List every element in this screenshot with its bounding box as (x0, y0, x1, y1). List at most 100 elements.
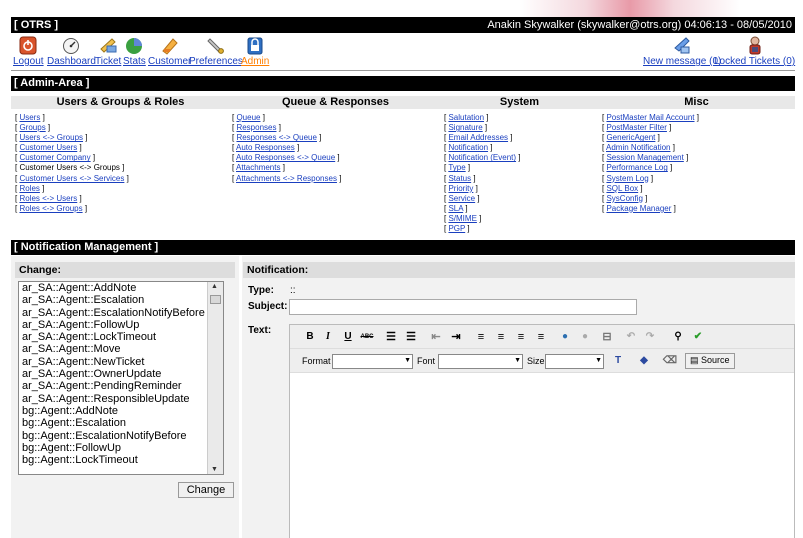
admin-link[interactable]: Email Addresses (448, 133, 508, 142)
admin-link[interactable]: Admin Notification (606, 143, 670, 152)
admin-link[interactable]: Queue (236, 113, 260, 122)
size-dropdown[interactable]: ▼ (545, 354, 604, 369)
link-icon[interactable]: ● (557, 329, 573, 345)
align-left-icon[interactable]: ≡ (473, 329, 489, 345)
redo-icon[interactable]: ↷ (642, 329, 658, 345)
scrollbar-thumb[interactable] (210, 295, 221, 304)
list-scrollbar[interactable]: ▲ ▼ (207, 282, 223, 474)
admin-link[interactable]: Session Management (606, 153, 683, 162)
notification-option[interactable]: ar_SA::Agent::PendingReminder (19, 380, 223, 392)
admin-link[interactable]: Responses <-> Queue (236, 133, 317, 142)
admin-link[interactable]: SQL Box (606, 184, 638, 193)
text-color-icon[interactable]: T (610, 353, 626, 369)
nav-stats[interactable]: Stats (123, 36, 146, 67)
admin-link[interactable]: SysConfig (606, 194, 642, 203)
admin-link[interactable]: Users (19, 113, 40, 122)
admin-link[interactable]: Performance Log (606, 163, 667, 172)
outdent-icon[interactable]: ⇤ (428, 329, 444, 345)
admin-link[interactable]: PGP (448, 224, 465, 233)
admin-link[interactable]: Package Manager (606, 204, 671, 213)
source-button[interactable]: ▤ Source (685, 353, 735, 369)
notification-option[interactable]: ar_SA::Agent::ResponsibleUpdate (19, 393, 223, 405)
unlink-icon[interactable]: ● (577, 329, 593, 345)
admin-link[interactable]: Roles <-> Groups (19, 204, 82, 213)
admin-link[interactable]: Users <-> Groups (19, 133, 83, 142)
notification-option[interactable]: ar_SA::Agent::AddNote (19, 282, 223, 294)
bold-button-icon[interactable]: B (302, 329, 318, 345)
strikethrough-button-icon[interactable]: ABC (359, 329, 375, 345)
admin-link[interactable]: Roles (19, 184, 39, 193)
admin-link-row: [ Priority ] (444, 183, 478, 193)
spellcheck-icon[interactable]: ✔ (690, 329, 706, 345)
nav-customer[interactable]: Customer (148, 36, 191, 67)
admin-link[interactable]: S/MIME (448, 214, 476, 223)
admin-link[interactable]: Service (448, 194, 475, 203)
admin-link[interactable]: GenericAgent (606, 133, 655, 142)
scroll-down-arrow-icon[interactable]: ▼ (211, 466, 218, 473)
nav-dashboard[interactable]: Dashboard (47, 36, 96, 67)
admin-link[interactable]: Customer Users <-> Groups (19, 163, 119, 172)
admin-link[interactable]: Signature (448, 123, 482, 132)
admin-link[interactable]: Customer Company (19, 153, 90, 162)
admin-link[interactable]: Attachments <-> Responses (236, 174, 337, 183)
nav-ticket[interactable]: Ticket (95, 36, 121, 67)
notification-option[interactable]: bg::Agent::EscalationNotifyBefore (19, 430, 223, 442)
notification-select[interactable]: ar_SA::Agent::AddNote ar_SA::Agent::Escal… (18, 281, 224, 475)
rich-text-editor[interactable]: B I U ABC ☰ ☰ ⇤ ⇥ ≡ ≡ ≡ ≡ ● ● ⊟ ↶ ↷ ⚲ ✔ … (289, 324, 795, 538)
subject-input[interactable] (289, 299, 637, 315)
font-dropdown[interactable]: ▼ (438, 354, 523, 369)
eraser-icon[interactable]: ⌫ (662, 353, 678, 369)
admin-link[interactable]: Attachments (236, 163, 280, 172)
horizontal-rule-icon[interactable]: ⊟ (599, 329, 615, 345)
admin-link[interactable]: Notification (Event) (448, 153, 516, 162)
italic-button-icon[interactable]: I (320, 329, 336, 345)
notification-option[interactable]: bg::Agent::Escalation (19, 417, 223, 429)
notification-option[interactable]: ar_SA::Agent::Move (19, 343, 223, 355)
locked-tickets-link[interactable]: Locked Tickets (0) (714, 36, 795, 67)
locked-tickets-icon (749, 36, 761, 55)
notification-option[interactable]: ar_SA::Agent::FollowUp (19, 319, 223, 331)
find-icon[interactable]: ⚲ (670, 329, 686, 345)
notification-option[interactable]: ar_SA::Agent::NewTicket (19, 356, 223, 368)
indent-icon[interactable]: ⇥ (448, 329, 464, 345)
scroll-up-arrow-icon[interactable]: ▲ (211, 283, 218, 290)
admin-link[interactable]: System Log (606, 174, 648, 183)
notification-option[interactable]: ar_SA::Agent::LockTimeout (19, 331, 223, 343)
notification-option[interactable]: ar_SA::Agent::Escalation (19, 294, 223, 306)
bulleted-list-icon[interactable]: ☰ (403, 329, 419, 345)
notification-option[interactable]: bg::Agent::FollowUp (19, 442, 223, 454)
notification-option[interactable]: bg::Agent::AddNote (19, 405, 223, 417)
admin-link[interactable]: PostMaster Mail Account (606, 113, 694, 122)
nav-preferences[interactable]: Preferences (189, 36, 243, 67)
admin-link[interactable]: Notification (448, 143, 488, 152)
notification-option[interactable]: ar_SA::Agent::EscalationNotifyBefore (19, 307, 223, 319)
undo-icon[interactable]: ↶ (623, 329, 639, 345)
notification-option[interactable]: bg::Agent::LockTimeout (19, 454, 223, 466)
numbered-list-icon[interactable]: ☰ (383, 329, 399, 345)
new-message-link[interactable]: New message (0) (643, 36, 721, 67)
editor-content-area[interactable] (290, 374, 794, 538)
admin-link[interactable]: Type (448, 163, 465, 172)
admin-link[interactable]: PostMaster Filter (606, 123, 666, 132)
admin-link[interactable]: Responses (236, 123, 276, 132)
align-center-icon[interactable]: ≡ (493, 329, 509, 345)
admin-link[interactable]: Auto Responses (236, 143, 295, 152)
nav-logout[interactable]: Logout (13, 36, 44, 67)
notification-option[interactable]: ar_SA::Agent::OwnerUpdate (19, 368, 223, 380)
align-right-icon[interactable]: ≡ (513, 329, 529, 345)
background-color-icon[interactable]: ◆ (636, 353, 652, 369)
format-dropdown[interactable]: ▼ (332, 354, 413, 369)
admin-link[interactable]: Customer Users <-> Services (19, 174, 124, 183)
admin-link[interactable]: Salutation (448, 113, 484, 122)
align-justify-icon[interactable]: ≡ (533, 329, 549, 345)
admin-link[interactable]: Status (448, 174, 471, 183)
admin-link[interactable]: SLA (448, 204, 463, 213)
change-button[interactable]: Change (178, 482, 234, 498)
underline-button-icon[interactable]: U (340, 329, 356, 345)
admin-link[interactable]: Roles <-> Users (19, 194, 77, 203)
admin-link[interactable]: Customer Users (19, 143, 77, 152)
admin-link[interactable]: Groups (19, 123, 45, 132)
admin-link[interactable]: Priority (448, 184, 473, 193)
admin-link[interactable]: Auto Responses <-> Queue (236, 153, 335, 162)
nav-admin[interactable]: Admin (241, 36, 269, 67)
